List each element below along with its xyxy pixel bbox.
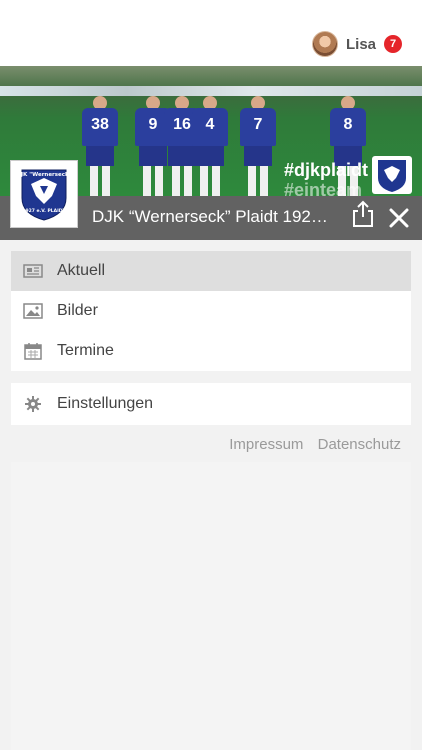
club-name[interactable]: DJK “Wernerseck” Plaidt 192… xyxy=(92,207,342,227)
logo-text-bottom: 1927 e.V. PLAIDT xyxy=(22,208,66,214)
player-figure: 7 xyxy=(240,96,276,196)
menu-item-label: Bilder xyxy=(57,302,98,319)
hashtag-secondary: #einteam xyxy=(283,180,363,196)
menu-item-label: Aktuell xyxy=(57,262,106,279)
user-menu[interactable]: Lisa 7 xyxy=(311,30,402,58)
close-icon[interactable] xyxy=(388,207,410,229)
settings-label: Einstellungen xyxy=(57,395,154,412)
player-number: 8 xyxy=(343,116,353,133)
user-name[interactable]: Lisa xyxy=(346,36,376,53)
footer-links: Impressum Datenschutz xyxy=(219,436,401,453)
club-crest-small xyxy=(372,156,412,194)
menu-item-einstellungen[interactable]: Einstellungen xyxy=(11,383,411,425)
share-icon[interactable] xyxy=(350,200,376,228)
notification-badge[interactable]: 7 xyxy=(384,35,402,53)
datenschutz-link[interactable]: Datenschutz xyxy=(318,436,401,453)
gear-icon xyxy=(23,396,43,412)
menu-item-aktuell[interactable]: Aktuell xyxy=(11,251,411,291)
menu-item-label: Termine xyxy=(57,342,114,359)
club-logo[interactable]: DJK "Wernerseck" 1927 e.V. PLAIDT xyxy=(10,160,78,228)
hashtag-text: #djkplaidt #einteam xyxy=(284,160,368,196)
newspaper-icon xyxy=(23,262,43,280)
hashtag-primary: #djkplaidt xyxy=(283,160,368,180)
player-figure: 4 xyxy=(192,96,228,196)
player-number: 4 xyxy=(205,116,215,133)
ad-banner xyxy=(0,86,422,96)
calendar-icon xyxy=(23,342,43,360)
menu-item-termine[interactable]: Termine xyxy=(11,331,411,371)
impressum-link[interactable]: Impressum xyxy=(229,436,303,453)
top-bar: Lisa 7 xyxy=(0,0,422,66)
player-number: 7 xyxy=(253,116,263,133)
player-figure: 38 xyxy=(82,96,118,196)
content-area xyxy=(11,462,411,750)
nav-menu: Aktuell Bilder Termine xyxy=(11,251,411,371)
player-number: 38 xyxy=(91,116,109,133)
image-icon xyxy=(23,302,43,320)
avatar[interactable] xyxy=(311,31,338,57)
menu-item-bilder[interactable]: Bilder xyxy=(11,291,411,331)
logo-text-top: DJK "Wernerseck" xyxy=(16,172,71,178)
